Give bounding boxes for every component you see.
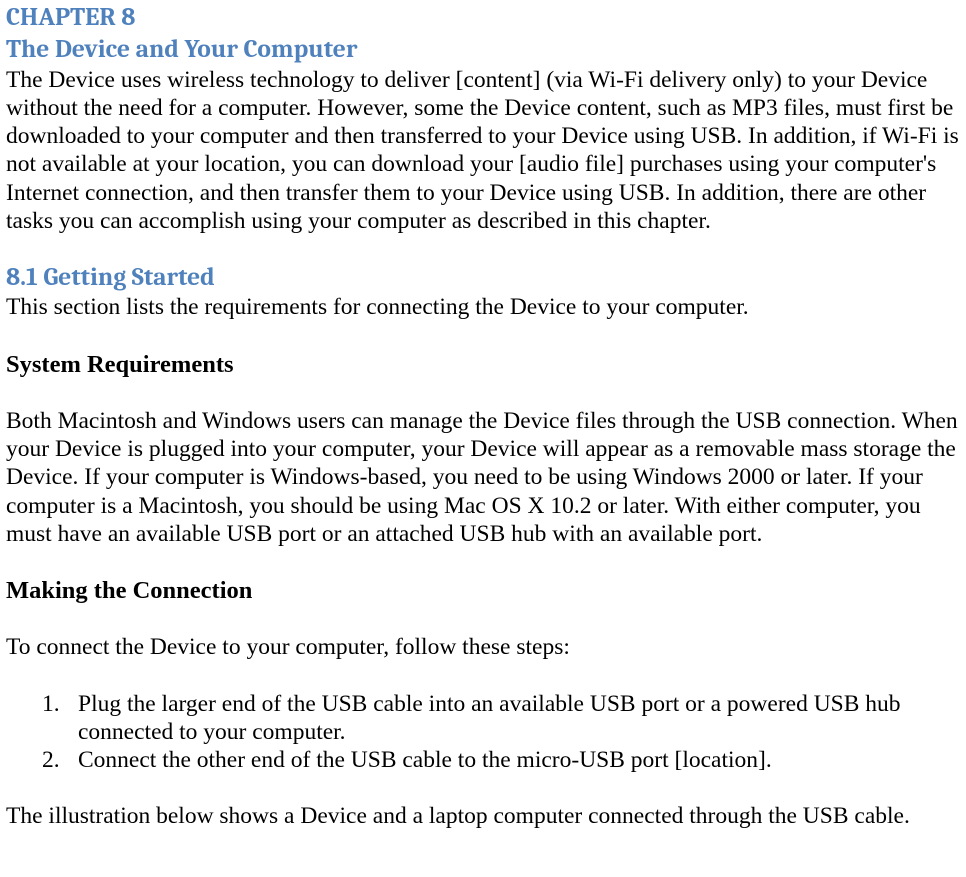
section-8-1-intro: This section lists the requirements for … <box>6 293 960 321</box>
list-item: Connect the other end of the USB cable t… <box>78 746 960 774</box>
chapter-intro-paragraph: The Device uses wireless technology to d… <box>6 66 960 235</box>
making-connection-intro: To connect the Device to your computer, … <box>6 633 960 661</box>
making-connection-outro: The illustration below shows a Device an… <box>6 802 960 830</box>
chapter-title: The Device and Your Computer <box>6 34 960 66</box>
system-requirements-body: Both Macintosh and Windows users can man… <box>6 407 960 548</box>
making-connection-heading: Making the Connection <box>6 576 960 605</box>
connection-steps-list: Plug the larger end of the USB cable int… <box>6 690 960 775</box>
system-requirements-heading: System Requirements <box>6 350 960 379</box>
list-item: Plug the larger end of the USB cable int… <box>78 690 960 746</box>
section-8-1-heading: 8.1 Getting Started <box>6 263 960 294</box>
chapter-label: CHAPTER 8 <box>6 2 960 34</box>
